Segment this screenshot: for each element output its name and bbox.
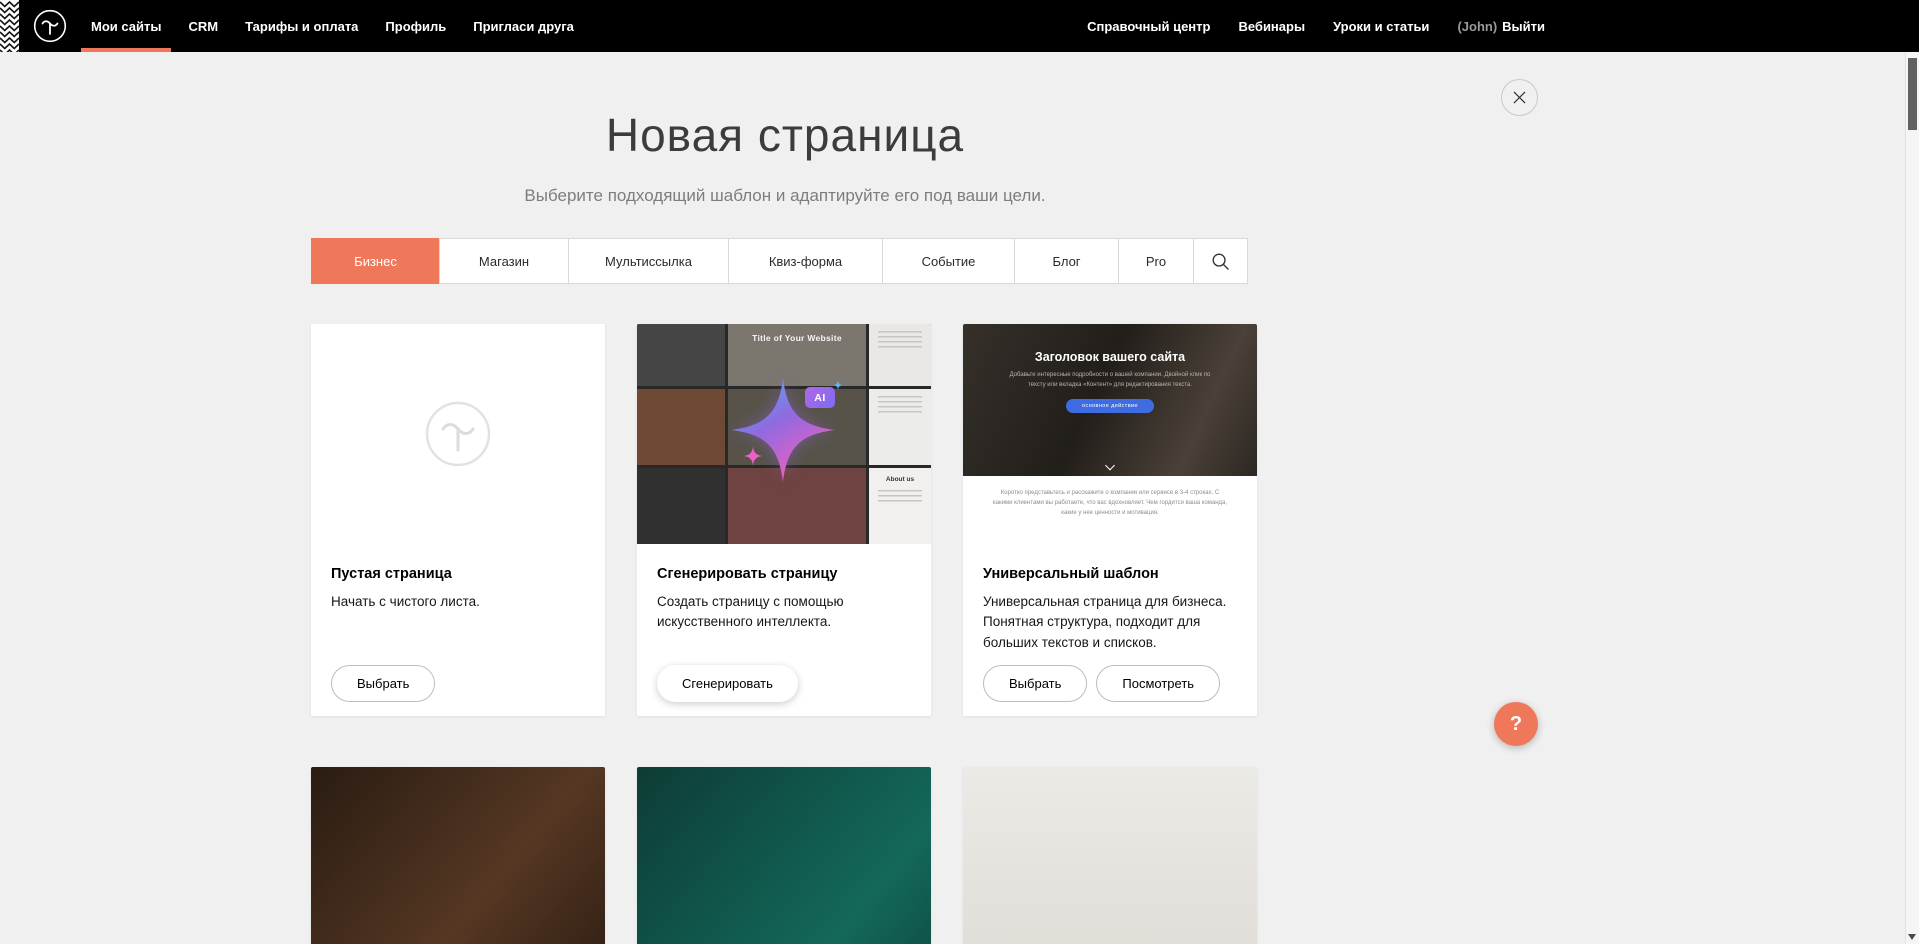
template-card-ai-generate: Title of Your Website About us — [637, 324, 931, 716]
top-navigation-bar: Мои сайты CRM Тарифы и оплата Профиль Пр… — [0, 0, 1919, 52]
logout-label: Выйти — [1502, 19, 1545, 34]
nav-my-sites[interactable]: Мои сайты — [91, 0, 161, 52]
preview-hero-text: Добавьте интересные подробности о вашей … — [1006, 371, 1214, 390]
nav-tariffs-payment[interactable]: Тарифы и оплата — [245, 0, 358, 52]
tab-blog[interactable]: Блог — [1014, 238, 1119, 284]
help-button[interactable]: ? — [1494, 702, 1538, 746]
scroll-down-arrow[interactable] — [1908, 934, 1916, 940]
secondary-nav: Справочный центр Вебинары Уроки и статьи… — [1087, 0, 1545, 52]
template-card-4 — [311, 767, 605, 944]
template-grid: Пустая страница Начать с чистого листа. … — [311, 324, 1259, 944]
search-icon — [1211, 252, 1230, 271]
nav-webinars[interactable]: Вебинары — [1238, 0, 1305, 52]
select-button[interactable]: Выбрать — [983, 665, 1087, 702]
tiny-sparkle-icon — [833, 380, 843, 390]
template-preview-image[interactable] — [963, 767, 1257, 944]
close-icon — [1513, 91, 1526, 104]
template-card-universal: Заголовок вашего сайта Добавьте интересн… — [963, 324, 1257, 716]
card-title: Универсальный шаблон — [983, 566, 1237, 582]
primary-nav: Мои сайты CRM Тарифы и оплата Профиль Пр… — [91, 0, 574, 52]
nav-crm[interactable]: CRM — [188, 0, 218, 52]
ai-template-preview[interactable]: Title of Your Website About us — [637, 324, 931, 544]
content-column: Новая страница Выберите подходящий шабло… — [311, 108, 1259, 944]
template-preview-image[interactable] — [637, 767, 931, 944]
template-card-5 — [637, 767, 931, 944]
preview-body-section: Коротко представьтесь и расскажите о ком… — [963, 476, 1257, 544]
ai-badge: AI — [805, 387, 835, 408]
template-preview-image[interactable] — [311, 767, 605, 944]
mini-site-title: Title of Your Website — [728, 324, 866, 343]
about-us-label: About us — [869, 476, 931, 483]
search-tab[interactable] — [1193, 238, 1248, 284]
tab-event[interactable]: Событие — [882, 238, 1015, 284]
preview-photo-tile — [637, 324, 725, 386]
tab-shop[interactable]: Магазин — [439, 238, 569, 284]
template-card-blank: Пустая страница Начать с чистого листа. … — [311, 324, 605, 716]
new-page-screen: Новая страница Выберите подходящий шабло… — [0, 0, 1919, 944]
tilda-dashboard: Мои сайты CRM Тарифы и оплата Профиль Пр… — [0, 0, 1919, 944]
preview-body-text: Коротко представьтесь и расскажите о ком… — [991, 488, 1229, 519]
preview-photo-tile — [637, 468, 725, 544]
blank-template-preview[interactable] — [311, 324, 605, 544]
scrollbar[interactable] — [1905, 52, 1919, 944]
close-button[interactable] — [1501, 79, 1538, 116]
scrollbar-thumb[interactable] — [1908, 58, 1917, 130]
card-description: Начать с чистого листа. — [331, 592, 585, 612]
preview-hero-title: Заголовок вашего сайта — [963, 324, 1257, 364]
tilda-watermark-icon — [424, 400, 492, 468]
preview-hero-button: основное действие — [1066, 399, 1154, 413]
tab-multilink[interactable]: Мультиссылка — [568, 238, 729, 284]
preview-doc-tile — [869, 389, 931, 465]
chevron-down-icon — [1105, 461, 1115, 471]
nav-profile[interactable]: Профиль — [385, 0, 446, 52]
preview-photo-tile — [637, 389, 725, 465]
tilda-logo-icon[interactable] — [33, 9, 67, 43]
small-sparkle-icon — [743, 446, 763, 466]
logout-link[interactable]: (John) Выйти — [1457, 0, 1545, 52]
nav-help-center[interactable]: Справочный центр — [1087, 0, 1210, 52]
preview-hero-section: Заголовок вашего сайта Добавьте интересн… — [963, 324, 1257, 476]
tab-quiz-form[interactable]: Квиз-форма — [728, 238, 883, 284]
nav-invite-friend[interactable]: Пригласи друга — [473, 0, 574, 52]
card-title: Сгенерировать страницу — [657, 566, 911, 582]
zigzag-decoration — [0, 0, 19, 52]
user-name: (John) — [1457, 19, 1497, 34]
view-button[interactable]: Посмотреть — [1096, 665, 1220, 702]
page-subtitle: Выберите подходящий шаблон и адаптируйте… — [311, 186, 1259, 206]
preview-about-tile: About us — [869, 468, 931, 544]
nav-lessons-articles[interactable]: Уроки и статьи — [1333, 0, 1429, 52]
template-card-6 — [963, 767, 1257, 944]
tab-pro[interactable]: Pro — [1118, 238, 1194, 284]
select-button[interactable]: Выбрать — [331, 665, 435, 702]
tab-business[interactable]: Бизнес — [311, 238, 440, 284]
card-description: Создать страницу с помощью искусственног… — [657, 592, 911, 633]
card-title: Пустая страница — [331, 566, 585, 582]
card-description: Универсальная страница для бизнеса. Поня… — [983, 592, 1237, 653]
template-category-tabs: Бизнес Магазин Мультиссылка Квиз-форма С… — [311, 238, 1255, 284]
page-title: Новая страница — [311, 108, 1259, 162]
preview-doc-tile — [869, 324, 931, 386]
generate-button[interactable]: Сгенерировать — [657, 665, 798, 702]
universal-template-preview[interactable]: Заголовок вашего сайта Добавьте интересн… — [963, 324, 1257, 544]
